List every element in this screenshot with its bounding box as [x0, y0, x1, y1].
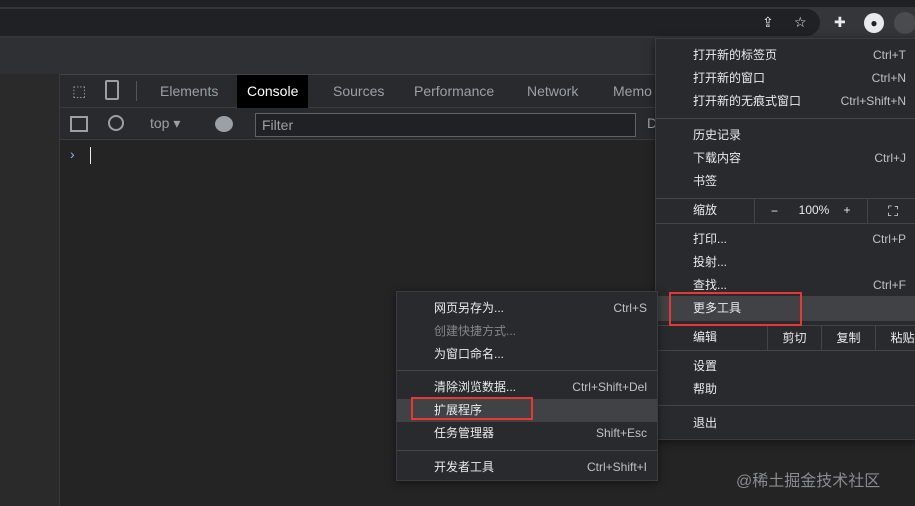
watermark: @稀土掘金技术社区 [736, 473, 881, 490]
menu-item-cast[interactable]: 投射... [656, 251, 915, 274]
label: 设置 [693, 359, 718, 373]
tab-strip [0, 0, 915, 7]
label: 网页另存为... [434, 301, 505, 315]
menu-item-help[interactable]: 帮助 [656, 378, 915, 401]
menu-item-bookmarks[interactable]: 书签 [656, 170, 915, 193]
shortcut: Ctrl+Shift+I [586, 460, 647, 474]
menu-item-settings[interactable]: 设置 [656, 355, 915, 378]
divider [656, 405, 915, 406]
label: 退出 [693, 416, 718, 430]
label: 书签 [693, 174, 718, 188]
menu-item-new-tab[interactable]: 打开新的标签页 Ctrl+T [656, 44, 915, 67]
label: 帮助 [693, 382, 718, 396]
menu-item-downloads[interactable]: 下载内容 Ctrl+J [656, 147, 915, 170]
shortcut: Ctrl+J [874, 151, 906, 165]
label: 下载内容 [693, 151, 742, 165]
context-select[interactable]: top ▾ [150, 115, 180, 132]
label: 打开新的无痕式窗口 [693, 94, 802, 108]
tab-elements[interactable]: Elements [150, 75, 228, 108]
menu-icon[interactable] [894, 12, 915, 34]
label: 任务管理器 [434, 426, 495, 440]
shortcut: Ctrl+F [873, 278, 906, 292]
clear-console-icon[interactable] [108, 115, 124, 131]
divider [656, 223, 915, 224]
zoom-out-button[interactable]: − [754, 199, 794, 223]
shortcut: Ctrl+Shift+Del [572, 380, 647, 394]
cut-button[interactable]: 剪切 [767, 326, 821, 350]
menu-item-task-manager[interactable]: 任务管理器 Shift+Esc [397, 422, 657, 445]
eye-icon[interactable] [215, 116, 233, 132]
menu-item-devtools[interactable]: 开发者工具 Ctrl+Shift+I [397, 456, 657, 479]
menu-item-exit[interactable]: 退出 [656, 412, 915, 435]
zoom-row: 缩放 − 100% + ⛶ [656, 199, 915, 223]
shortcut: Ctrl+N [871, 71, 906, 85]
shortcut: Shift+Esc [595, 426, 647, 440]
label: 投射... [693, 255, 728, 269]
menu-item-clear-data[interactable]: 清除浏览数据... Ctrl+Shift+Del [397, 376, 657, 399]
tab-sources[interactable]: Sources [323, 75, 394, 108]
menu-item-create-shortcut: 创建快捷方式... [397, 320, 657, 343]
zoom-in-button[interactable]: + [834, 199, 860, 222]
shortcut: Ctrl+S [613, 301, 647, 315]
divider [397, 450, 657, 451]
menu-item-name-window[interactable]: 为窗口命名... [397, 343, 657, 366]
sidebar-toggle-icon[interactable] [70, 116, 88, 132]
label: 清除浏览数据... [434, 380, 517, 394]
menu-item-print[interactable]: 打印... Ctrl+P [656, 228, 915, 251]
label: 打开新的窗口 [693, 71, 766, 85]
tab-memory[interactable]: Memo [603, 75, 662, 108]
fullscreen-icon[interactable]: ⛶ [867, 199, 915, 223]
divider [397, 370, 657, 371]
divider [136, 81, 137, 101]
context-value: top [150, 115, 170, 131]
shortcut: Ctrl+P [872, 232, 906, 246]
console-cursor[interactable] [90, 147, 91, 164]
divider [656, 350, 915, 351]
filter-input[interactable]: Filter [255, 113, 636, 137]
label: 创建快捷方式... [434, 324, 517, 338]
label: 开发者工具 [434, 460, 495, 474]
menu-item-save-page[interactable]: 网页另存为... Ctrl+S [397, 297, 657, 320]
label: 打印... [693, 232, 728, 246]
copy-button[interactable]: 复制 [821, 326, 875, 350]
edit-label: 编辑 [693, 330, 718, 344]
share-icon[interactable]: ⇪ [762, 14, 774, 31]
tab-network[interactable]: Network [517, 75, 588, 108]
label: 打开新的标签页 [693, 48, 778, 62]
devtools-tabbar: ⬚ Elements Console Sources Performance N… [60, 74, 660, 108]
console-prompt: › [70, 146, 75, 162]
profile-icon[interactable]: ● [864, 13, 884, 33]
inspect-icon[interactable]: ⬚ [72, 82, 86, 100]
star-icon[interactable]: ☆ [794, 14, 807, 31]
zoom-value: 100% [798, 203, 830, 217]
menu-item-new-window[interactable]: 打开新的窗口 Ctrl+N [656, 67, 915, 90]
page-content-left [0, 74, 60, 506]
label: 为窗口命名... [434, 347, 505, 361]
label: 历史记录 [693, 128, 742, 142]
tab-performance[interactable]: Performance [404, 75, 504, 108]
address-bar[interactable] [0, 9, 820, 36]
highlight-box-more-tools [669, 292, 802, 326]
tab-console[interactable]: Console [237, 75, 309, 108]
divider [656, 118, 915, 119]
extensions-icon[interactable]: ✚ [834, 14, 846, 31]
device-toolbar-icon[interactable] [105, 80, 119, 100]
shortcut: Ctrl+T [873, 48, 906, 62]
highlight-box-extensions [411, 397, 533, 420]
shortcut: Ctrl+Shift+N [840, 94, 906, 108]
paste-button[interactable]: 粘贴 [875, 326, 915, 350]
zoom-label: 缩放 [693, 203, 718, 217]
more-tools-submenu: 网页另存为... Ctrl+S 创建快捷方式... 为窗口命名... 清除浏览数据… [396, 291, 658, 481]
edit-row: 编辑 剪切 复制 粘贴 [656, 326, 915, 350]
chrome-menu: 打开新的标签页 Ctrl+T 打开新的窗口 Ctrl+N 打开新的无痕式窗口 Ctrl… [655, 38, 915, 440]
menu-item-history[interactable]: 历史记录 [656, 124, 915, 147]
menu-item-incognito[interactable]: 打开新的无痕式窗口 Ctrl+Shift+N [656, 90, 915, 113]
